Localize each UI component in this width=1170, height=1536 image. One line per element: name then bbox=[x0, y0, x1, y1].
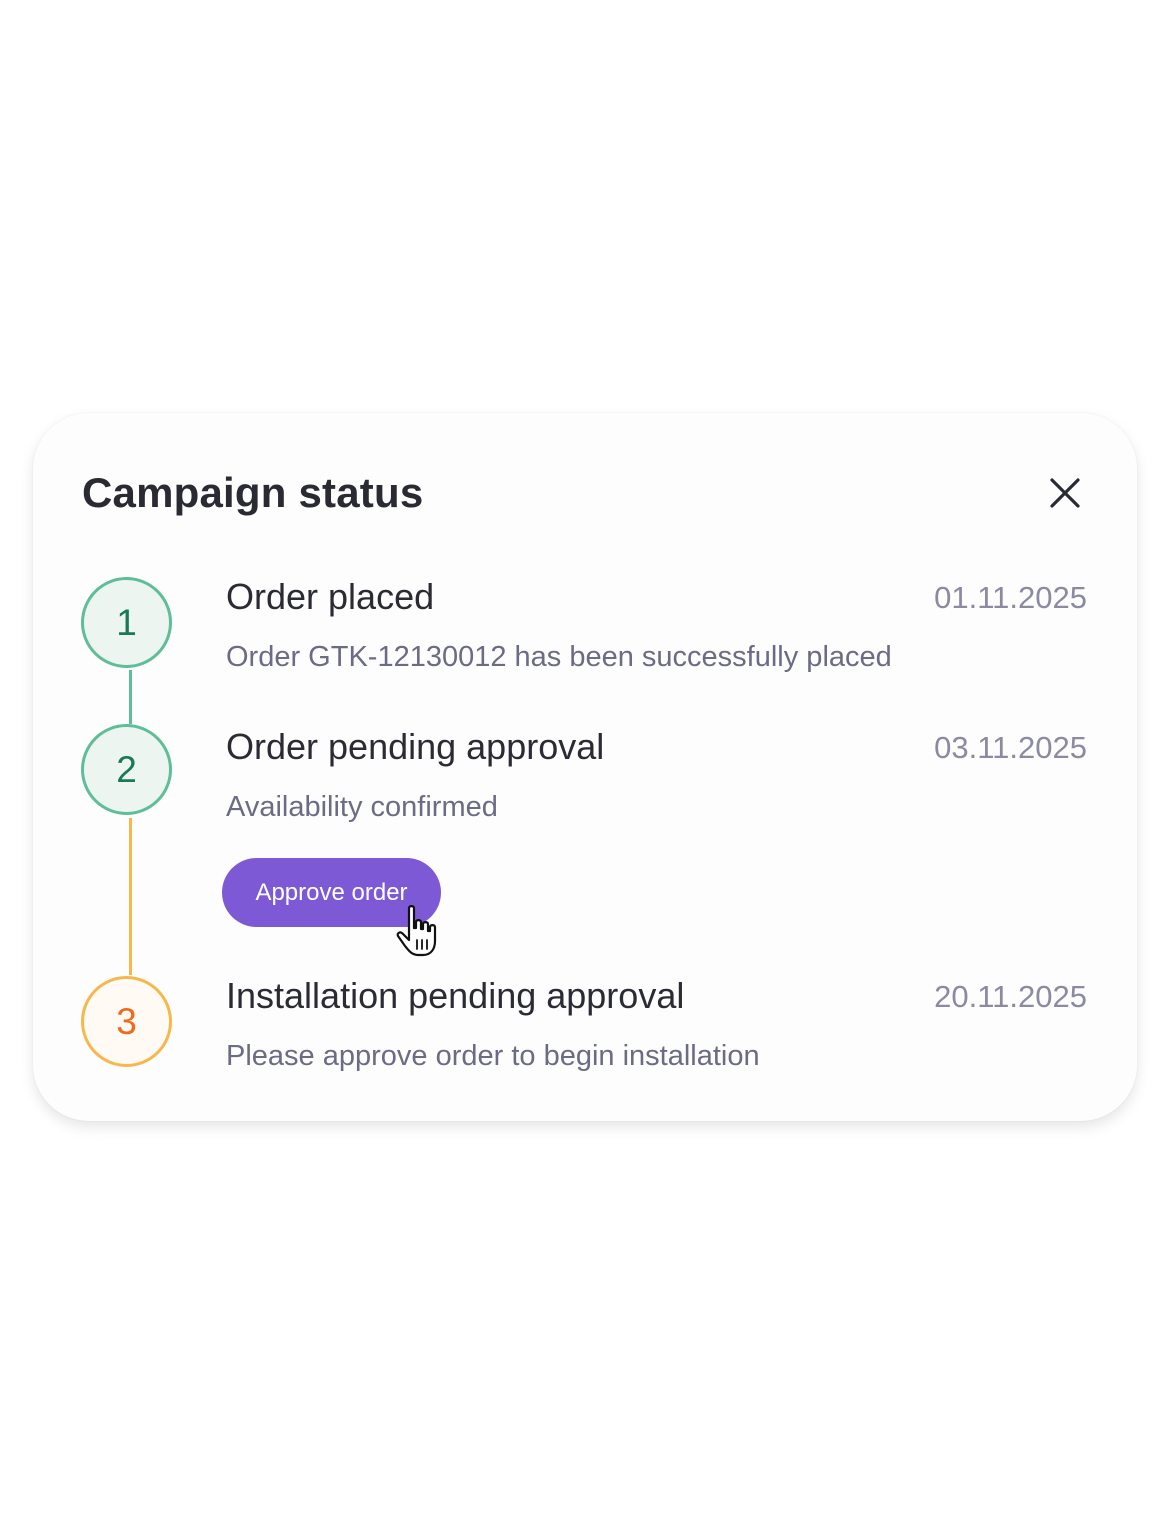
step-3-description: Please approve order to begin installati… bbox=[226, 1040, 760, 1072]
step-2-title: Order pending approval bbox=[226, 726, 605, 767]
close-button[interactable] bbox=[1045, 475, 1085, 515]
campaign-status-dialog: Campaign status 1 Order placed 01.11.202… bbox=[33, 413, 1137, 1121]
step-2-date: 03.11.2025 bbox=[934, 730, 1087, 765]
step-3-date: 20.11.2025 bbox=[934, 979, 1087, 1014]
timeline-connector-1 bbox=[129, 670, 132, 724]
step-1-description: Order GTK-12130012 has been successfully… bbox=[226, 641, 892, 673]
step-2-indicator: 2 bbox=[81, 724, 172, 815]
approve-order-button[interactable]: Approve order bbox=[222, 858, 441, 927]
step-1-indicator: 1 bbox=[81, 577, 172, 668]
step-1-date: 01.11.2025 bbox=[934, 580, 1087, 615]
dialog-title: Campaign status bbox=[82, 469, 424, 516]
step-3-indicator: 3 bbox=[81, 976, 172, 1067]
timeline-connector-2 bbox=[129, 818, 132, 975]
step-2-description: Availability confirmed bbox=[226, 791, 498, 823]
step-1-title: Order placed bbox=[226, 576, 435, 617]
step-3-title: Installation pending approval bbox=[226, 975, 685, 1016]
close-icon bbox=[1050, 478, 1080, 508]
